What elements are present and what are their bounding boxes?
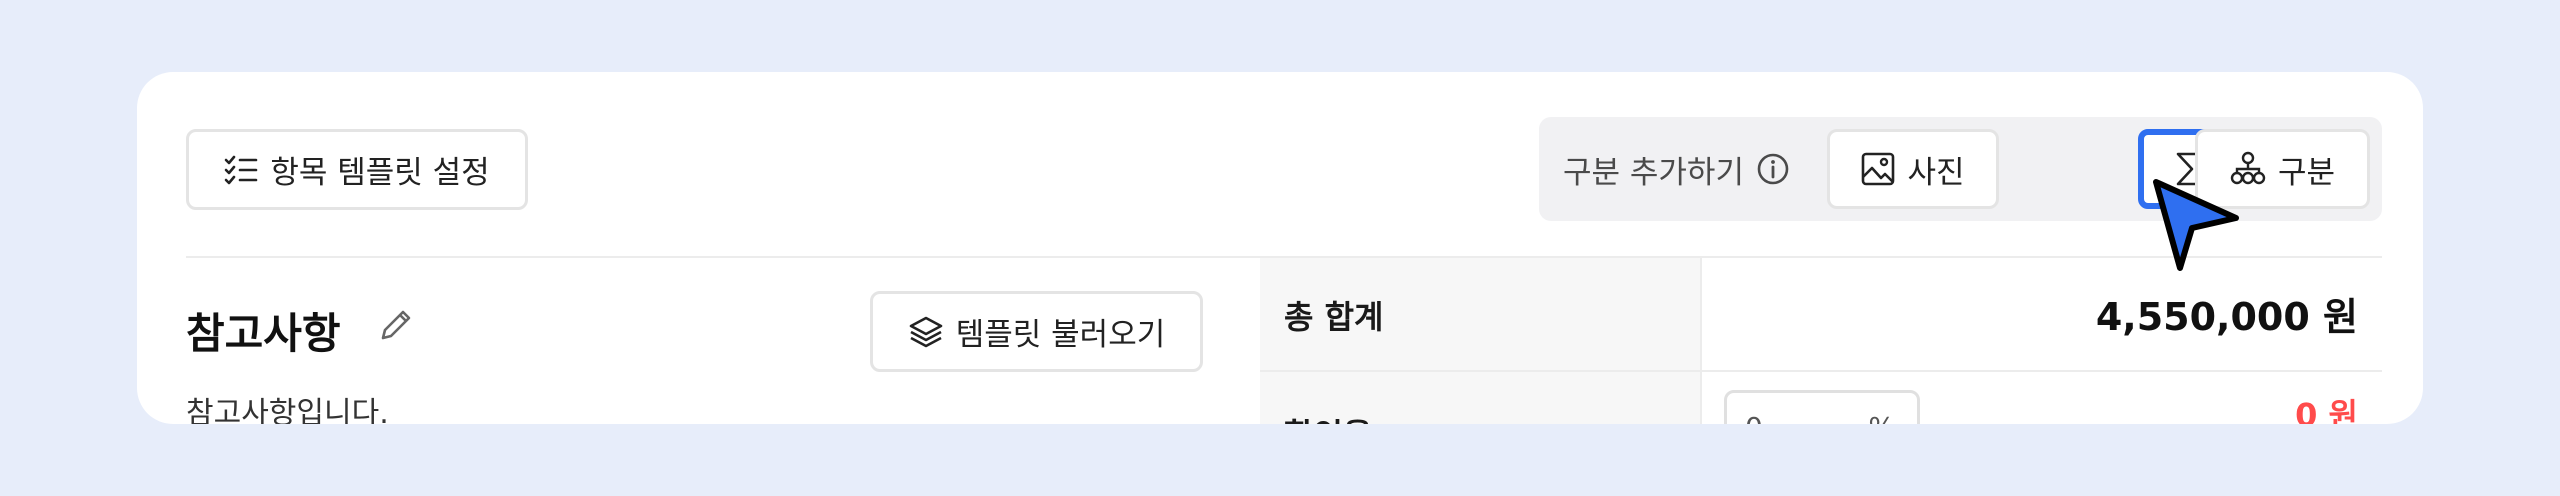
total-value: 4,550,000 원 — [2095, 295, 2358, 339]
discount-input-value: 0 — [1745, 411, 1763, 424]
add-section-label-group: 구분 추가하기 — [1563, 117, 1790, 221]
section-label: 구분 — [2277, 154, 2336, 191]
pencil-icon[interactable] — [377, 306, 415, 344]
template-settings-button[interactable]: 항목 템플릿 설정 — [186, 129, 528, 210]
content-card: 항목 템플릿 설정 구분 추가하기 사진 수식 — [137, 72, 2423, 424]
discount-unit: % — [1868, 411, 1895, 424]
discount-amount: 0 원 — [2295, 396, 2358, 424]
cursor-pointer-icon — [2153, 179, 2239, 271]
layers-icon — [909, 316, 943, 347]
total-label: 총 합계 — [1284, 298, 1384, 336]
notes-body: 참고사항입니다. — [186, 396, 389, 424]
image-icon — [1862, 152, 1895, 186]
notes-title: 참고사항 — [186, 309, 341, 358]
photo-button[interactable]: 사진 — [1827, 129, 1999, 209]
discount-label: 할인율 — [1284, 410, 1372, 424]
discount-rate-input[interactable]: 0 % — [1724, 390, 1920, 424]
load-template-label: 템플릿 불러오기 — [955, 317, 1166, 353]
info-icon[interactable] — [1756, 152, 1790, 186]
checklist-icon — [225, 155, 258, 184]
add-section-label: 구분 추가하기 — [1563, 154, 1744, 191]
template-settings-label: 항목 템플릿 설정 — [270, 155, 490, 191]
summary-row-divider — [1260, 370, 2382, 372]
summary-table: 총 합계 4,550,000 원 할인율 0 % 0 원 — [1260, 258, 2382, 424]
photo-label: 사진 — [1907, 154, 1965, 191]
summary-label-column — [1260, 258, 1702, 424]
load-template-button[interactable]: 템플릿 불러오기 — [870, 291, 1203, 372]
